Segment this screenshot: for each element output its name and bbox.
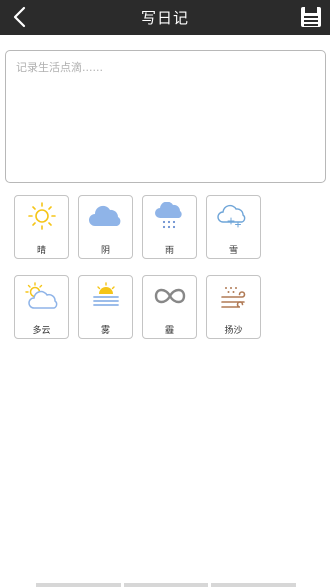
weather-label: 阴 [100, 246, 110, 256]
weather-label: 霾 [164, 326, 174, 336]
bottom-tab-strip [36, 583, 297, 587]
weather-selector: 晴 阴 雨 雪 多云 雾 霾 扬沙 [14, 195, 261, 339]
bottom-tab-segment [123, 583, 209, 587]
weather-label: 扬沙 [224, 326, 243, 336]
weather-option-sunny[interactable]: 晴 [14, 195, 69, 259]
fog-icon [92, 282, 119, 306]
weather-option-rain[interactable]: 雨 [142, 195, 197, 259]
weather-option-haze[interactable]: 霾 [142, 275, 197, 339]
weather-option-cloudy[interactable]: 多云 [14, 275, 69, 339]
weather-label: 雨 [164, 246, 174, 256]
diary-text-area [5, 50, 326, 183]
floppy-disk-icon [301, 7, 321, 27]
weather-option-snow[interactable]: 雪 [206, 195, 261, 259]
sun-cloud-icon [24, 282, 57, 309]
snow-cloud-icon [216, 204, 245, 228]
sandstorm-icon [220, 287, 245, 308]
diary-input[interactable] [6, 51, 325, 182]
page-title: 写日记 [140, 9, 189, 27]
weather-option-fog[interactable]: 雾 [78, 275, 133, 339]
weather-label: 雪 [228, 246, 238, 256]
weather-option-overcast[interactable]: 阴 [78, 195, 133, 259]
top-bar: 写日记 [0, 0, 330, 35]
bottom-tab-segment [36, 583, 121, 587]
bottom-tab-segment [211, 583, 297, 587]
weather-label: 雾 [100, 326, 110, 336]
cloud-icon [88, 205, 120, 226]
save-button[interactable] [300, 6, 322, 28]
back-button[interactable] [6, 3, 34, 31]
haze-icon [154, 288, 185, 304]
sun-icon [27, 202, 56, 230]
rain-cloud-icon [154, 202, 182, 229]
weather-label: 多云 [32, 326, 51, 336]
weather-label: 晴 [36, 246, 46, 256]
weather-option-sandstorm[interactable]: 扬沙 [206, 275, 261, 339]
chevron-left-icon [13, 6, 26, 28]
